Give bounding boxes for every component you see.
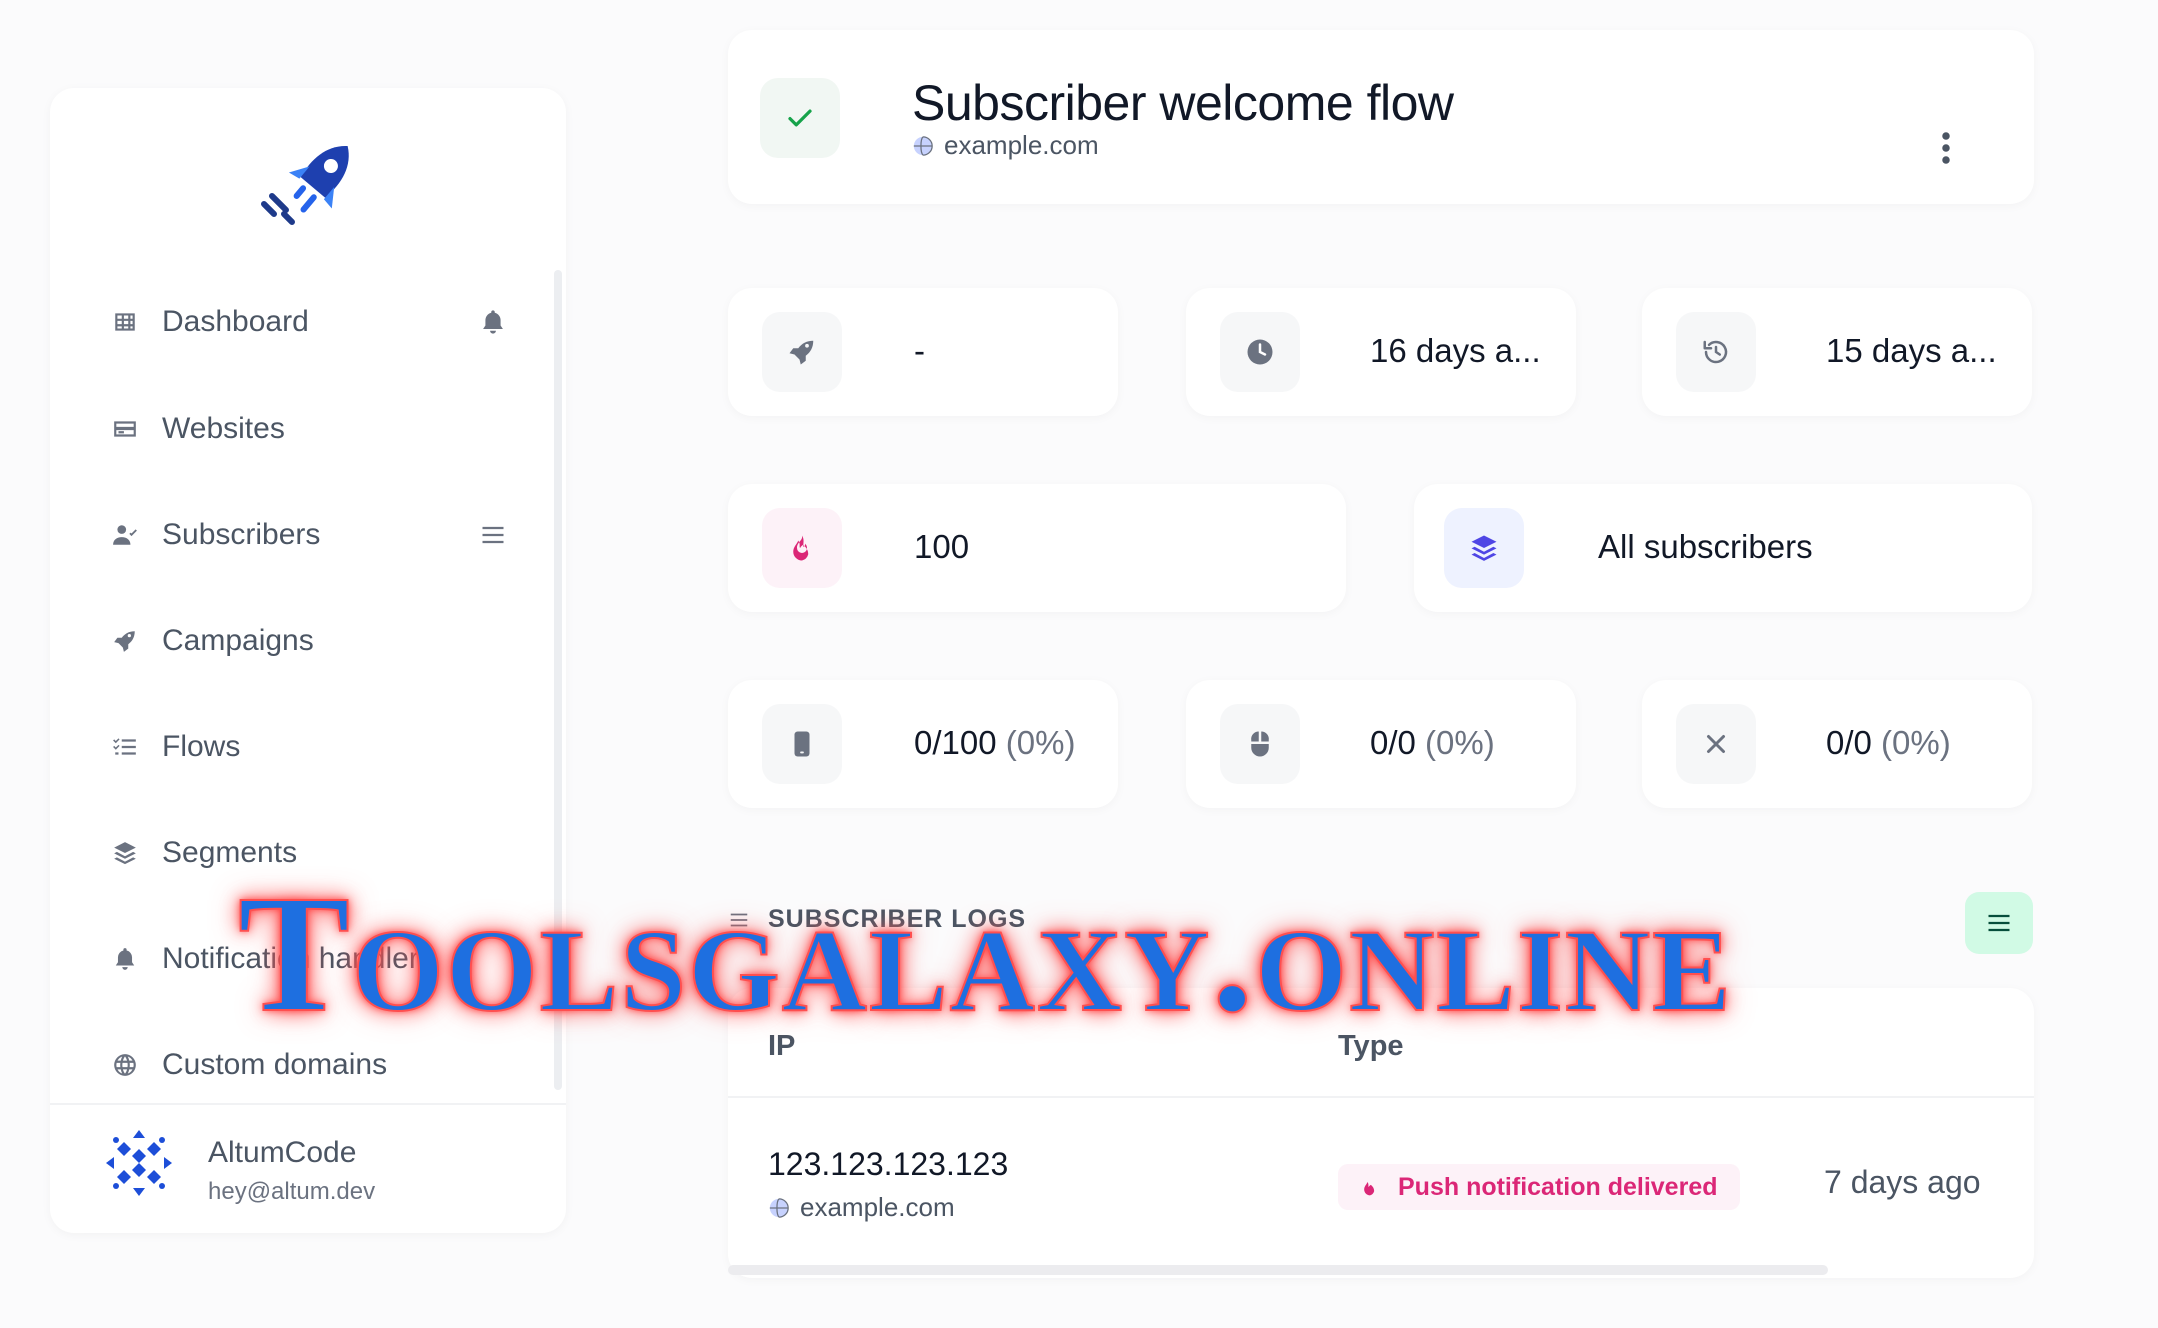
- check-icon: [788, 109, 812, 127]
- sidebar-item-label: Custom domains: [162, 1048, 388, 1081]
- stat-value: 0/0 (0%): [1370, 724, 1495, 762]
- stat-icon-box: [1676, 312, 1756, 392]
- website-label: example.com: [944, 130, 1099, 160]
- stat-value: 16 days a...: [1370, 332, 1541, 369]
- avatar[interactable]: [104, 1128, 174, 1198]
- globe-icon: [913, 135, 933, 156]
- table-grid-icon: [110, 307, 140, 337]
- stat-card-updated: 15 days a...: [1642, 288, 2032, 416]
- status-badge: Push notification delivered: [1338, 1164, 1740, 1210]
- stat-percent: (0%): [1425, 724, 1495, 761]
- stat-card-clicked: 0/0 (0%): [1186, 680, 1576, 808]
- stat-icon-box: [1444, 508, 1524, 588]
- sidebar-item-websites[interactable]: Websites: [110, 394, 510, 464]
- globe-icon: [110, 1050, 140, 1080]
- rocket-icon: [789, 340, 814, 365]
- layers-icon: [110, 838, 140, 868]
- bell-icon[interactable]: [476, 305, 510, 339]
- bell-icon: [110, 944, 140, 974]
- stat-value: 100: [914, 528, 970, 565]
- stat-card-limit: 100: [728, 484, 1346, 612]
- stat-count: 0/100: [914, 724, 997, 761]
- stat-card-segment: All subscribers: [1414, 484, 2032, 612]
- sidebar-item-campaigns[interactable]: Campaigns: [110, 606, 510, 676]
- list-check-icon: [110, 732, 140, 762]
- stat-card-created: 16 days a...: [1186, 288, 1576, 416]
- stat-icon-box: [762, 312, 842, 392]
- stat-value: 15 days a...: [1826, 332, 1997, 369]
- page-title: Subscriber welcome flow: [912, 75, 1454, 131]
- sidebar-item-subscribers[interactable]: Subscribers: [110, 500, 510, 570]
- filters-button[interactable]: [1965, 892, 2033, 954]
- stat-icon-box: [1676, 704, 1756, 784]
- stat-percent: (0%): [1881, 724, 1951, 761]
- filter-lines-icon: [1988, 914, 2010, 932]
- globe-icon: [769, 1197, 789, 1218]
- table-divider: [728, 1096, 2034, 1098]
- stat-icon-box: [762, 704, 842, 784]
- log-date: 7 days ago: [1824, 1164, 1981, 1200]
- stat-card-closed: 0/0 (0%): [1642, 680, 2032, 808]
- sidebar-item-label: Flows: [162, 730, 241, 763]
- sidebar-item-label: Websites: [162, 412, 285, 445]
- credit-card-icon: [110, 414, 140, 444]
- stat-icon-box: [1220, 704, 1300, 784]
- stat-count: 0/0: [1826, 724, 1872, 761]
- log-website[interactable]: example.com: [768, 1192, 955, 1223]
- fire-icon: [793, 535, 809, 561]
- rocket-logo-icon[interactable]: [250, 134, 380, 234]
- stat-percent: (0%): [1005, 724, 1076, 761]
- history-icon: [1703, 340, 1728, 364]
- sidebar-item-dashboard[interactable]: Dashboard: [110, 287, 510, 357]
- sidebar-divider: [50, 1103, 566, 1105]
- rocket-icon: [110, 626, 140, 656]
- more-vertical-icon[interactable]: [1938, 130, 1954, 166]
- close-icon: [1707, 735, 1725, 753]
- stat-card-campaign: -: [728, 288, 1118, 416]
- fire-icon: [1364, 1182, 1375, 1196]
- stat-icon-box: [762, 508, 842, 588]
- status-check-badge: [760, 78, 840, 158]
- stat-icon-box: [1220, 312, 1300, 392]
- user-name: AltumCode: [208, 1136, 357, 1169]
- flow-header-card: Subscriber welcome flow example.com: [728, 30, 2034, 204]
- mouse-icon: [1251, 731, 1269, 757]
- sidebar-item-label: Subscribers: [162, 518, 321, 551]
- clock-icon: [1247, 339, 1273, 365]
- sidebar-item-flows[interactable]: Flows: [110, 712, 510, 782]
- user-email: hey@altum.dev: [208, 1178, 376, 1205]
- hamburger-icon[interactable]: [476, 518, 510, 552]
- sidebar: Dashboard Websites Subscribers Campaigns…: [50, 88, 566, 1233]
- stat-value: 0/0 (0%): [1826, 724, 1951, 762]
- watermark-text: Toolsgalaxy.online: [237, 861, 1733, 1047]
- status-badge-label: Push notification delivered: [1398, 1172, 1718, 1201]
- stat-card-sent: 0/100 (0%): [728, 680, 1118, 808]
- stat-value: -: [914, 332, 925, 369]
- flow-website[interactable]: example.com: [912, 130, 1099, 161]
- sidebar-item-label: Campaigns: [162, 624, 314, 657]
- stat-value: 0/100 (0%): [914, 724, 1075, 762]
- sidebar-item-label: Dashboard: [162, 305, 309, 338]
- website-label: example.com: [800, 1192, 955, 1222]
- user-check-icon: [110, 520, 140, 550]
- stat-value: All subscribers: [1598, 528, 1813, 565]
- table-horizontal-scrollbar[interactable]: [728, 1265, 1828, 1275]
- stat-count: 0/0: [1370, 724, 1416, 761]
- mobile-icon: [794, 731, 810, 757]
- log-ip: 123.123.123.123: [768, 1146, 1009, 1182]
- layers-icon: [1471, 535, 1497, 561]
